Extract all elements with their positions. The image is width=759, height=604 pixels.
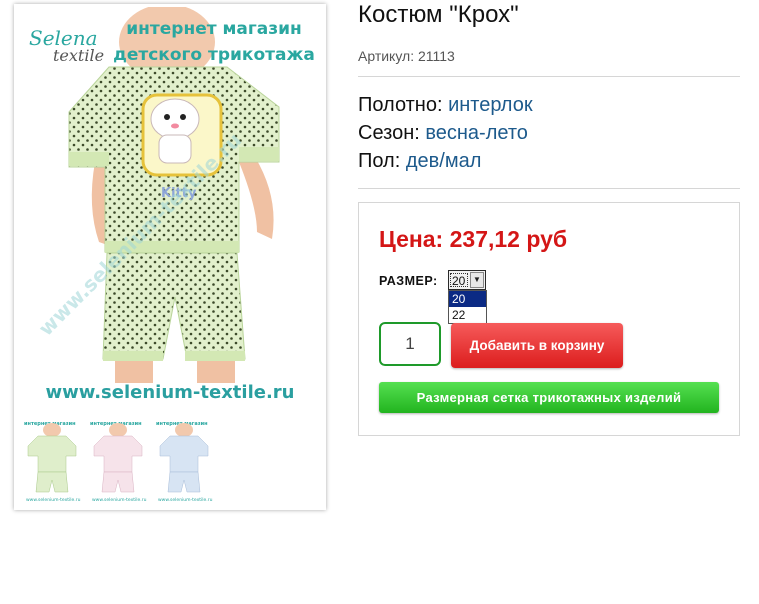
property-key: Сезон: (358, 122, 420, 144)
property-row: Сезон: весна-лето (358, 119, 533, 147)
svg-text:www.selenium-textile.ru: www.selenium-textile.ru (26, 497, 81, 503)
price: Цена: 237,12 руб (379, 226, 567, 253)
svg-text:www.selenium-textile.ru: www.selenium-textile.ru (92, 497, 147, 503)
quantity-input[interactable]: 1 (379, 322, 441, 366)
thumbnail-green[interactable]: интернет магазин www.selenium-textile.ru (20, 416, 84, 504)
store-title-line1: интернет магазин (126, 19, 302, 39)
size-dropdown-list: 20 22 (448, 290, 487, 324)
logo-line2: textile (53, 46, 105, 65)
store-title-line2: детского трикотажа (113, 45, 315, 65)
thumbnail-green-image: интернет магазин www.selenium-textile.ru (24, 421, 81, 503)
product-title: Костюм "Крох" (358, 1, 519, 28)
property-row: Пол: дев/мал (358, 147, 533, 175)
price-label: Цена: (379, 226, 444, 252)
property-key: Пол: (358, 150, 401, 172)
property-value: весна-лето (425, 122, 528, 144)
sku-value: 21113 (417, 48, 455, 64)
size-chart-button[interactable]: Размерная сетка трикотажных изделий (379, 382, 719, 413)
divider (358, 188, 740, 189)
svg-text:www.selenium-textile.ru: www.selenium-textile.ru (158, 497, 213, 503)
chevron-down-icon[interactable]: ▼ (470, 272, 484, 288)
property-key: Полотно: (358, 94, 443, 116)
product-gallery: Kitty www.selenium-textile.ru Selena tex… (14, 4, 326, 510)
thumbnail-pink-image: интернет магазин www.selenium-textile.ru (90, 421, 147, 503)
divider (358, 76, 740, 77)
buy-box: Цена: 237,12 руб РАЗМЕР: 20 ▼ 20 22 1 До… (358, 202, 740, 436)
price-value: 237,12 руб (449, 226, 568, 252)
thumbnail-pink[interactable]: интернет магазин www.selenium-textile.ru (86, 416, 150, 504)
store-title: интернет магазин детского трикотажа (109, 16, 319, 68)
thumbnail-blue[interactable]: интернет магазин www.selenium-textile.ru (152, 416, 216, 504)
brand-logo: Selena textile (29, 28, 105, 65)
product-properties: Полотно: интерлок Сезон: весна-лето Пол:… (358, 91, 533, 175)
property-row: Полотно: интерлок (358, 91, 533, 119)
product-sku: Артикул: 21113 (358, 48, 455, 64)
size-label: РАЗМЕР: (379, 274, 438, 288)
thumbnail-blue-image: интернет магазин www.selenium-textile.ru (156, 421, 213, 503)
property-value: интерлок (448, 94, 533, 116)
size-select-value: 20 (450, 273, 468, 288)
size-option[interactable]: 20 (449, 291, 486, 307)
thumbnail-strip: интернет магазин www.selenium-textile.ru… (20, 416, 216, 506)
product-main-image[interactable]: Kitty www.selenium-textile.ru Selena tex… (17, 7, 323, 407)
size-select[interactable]: 20 ▼ (448, 270, 486, 290)
site-url-caption: www.selenium-textile.ru (45, 382, 295, 403)
property-value: дев/мал (405, 150, 482, 172)
sku-label: Артикул: (358, 48, 415, 64)
add-to-cart-button[interactable]: Добавить в корзину (451, 323, 623, 368)
size-option[interactable]: 22 (449, 307, 486, 323)
